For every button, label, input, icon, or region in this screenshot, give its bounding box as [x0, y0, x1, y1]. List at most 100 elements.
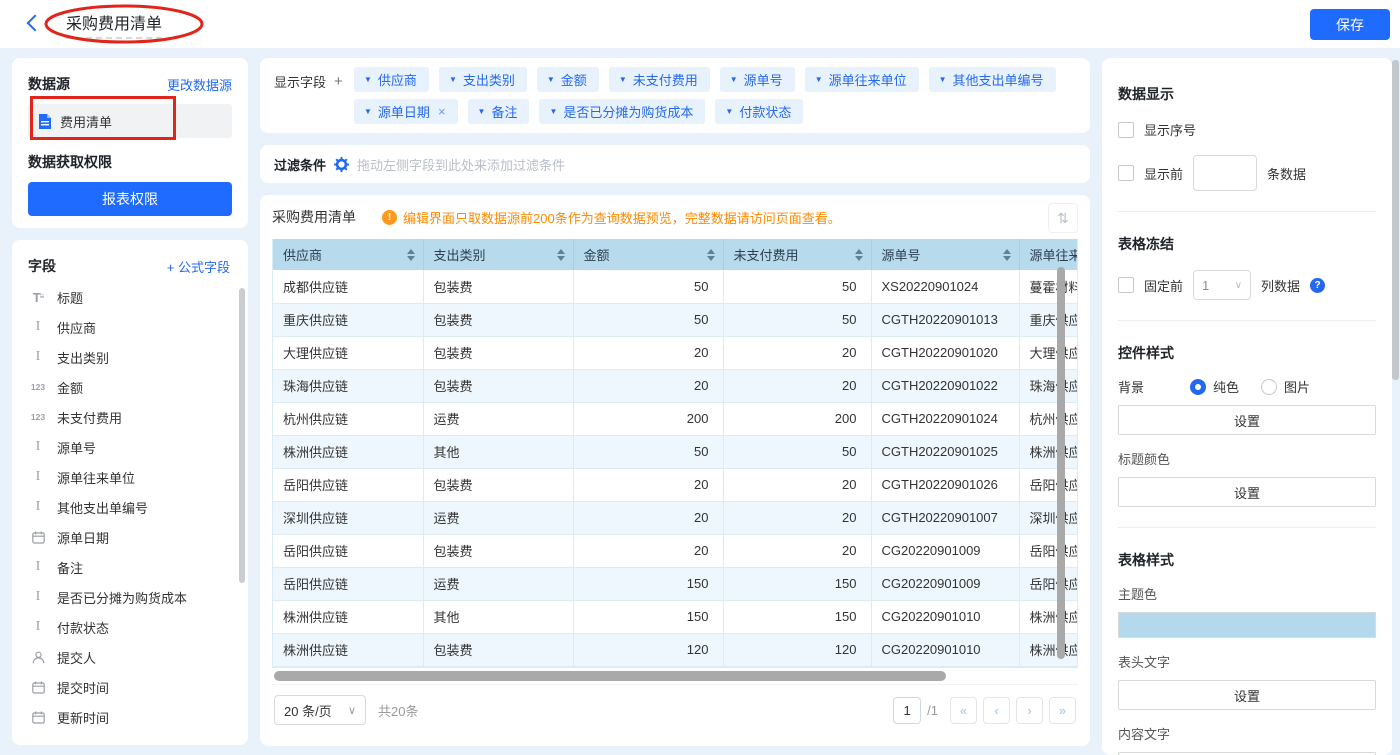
title-color-set-button[interactable]: 设置 — [1118, 477, 1376, 507]
theme-color-swatch[interactable] — [1118, 612, 1376, 638]
display-field-chip[interactable]: ▼支出类别 — [439, 67, 527, 92]
field-label: 其他支出单编号 — [57, 498, 148, 517]
field-item[interactable]: I是否已分摊为购货成本 — [28, 582, 238, 612]
help-icon[interactable]: ? — [1310, 278, 1325, 293]
bg-solid-radio[interactable]: 纯色 — [1190, 377, 1239, 396]
page-title: 采购费用清单 — [66, 10, 162, 39]
table-cell: 岳阳供应链 — [273, 534, 423, 567]
column-header[interactable]: 未支付费用 — [723, 239, 871, 270]
horizontal-scroll-thumb[interactable] — [274, 671, 946, 681]
display-field-chip[interactable]: ▼其他支出单编号 — [929, 67, 1056, 92]
page-scroll-thumb[interactable] — [1392, 60, 1399, 380]
column-header[interactable]: 金额 — [573, 239, 723, 270]
table-cell: 150 — [723, 600, 871, 633]
column-header[interactable]: 支出类别 — [423, 239, 573, 270]
gear-icon[interactable] — [334, 157, 349, 172]
show-first-checkbox[interactable] — [1118, 165, 1134, 181]
table-cell: 20 — [573, 369, 723, 402]
field-item[interactable]: 123金额 — [28, 372, 238, 402]
table-cell: CGTH20220901025 — [871, 435, 1019, 468]
chevron-down-icon: ▼ — [549, 107, 557, 116]
page-size-select[interactable]: 20 条/页 ∨ — [274, 695, 366, 725]
sort-arrows-icon[interactable] — [855, 249, 863, 261]
field-item[interactable]: 源单日期 — [28, 522, 238, 552]
table-cell: 珠海供应链 — [273, 369, 423, 402]
display-field-chip[interactable]: ▼备注 — [468, 99, 530, 124]
sort-arrows-icon[interactable] — [557, 249, 565, 261]
fields-scrollbar[interactable] — [239, 288, 245, 583]
table-cell: 50 — [573, 435, 723, 468]
table-cell: CGTH20220901007 — [871, 501, 1019, 534]
add-display-field-button[interactable]: + — [334, 73, 343, 90]
last-page-button[interactable]: » — [1049, 697, 1076, 724]
row-limit-input[interactable] — [1193, 155, 1257, 191]
field-item[interactable]: 更新时间 — [28, 702, 238, 732]
display-field-chip[interactable]: ▼金额 — [537, 67, 599, 92]
column-header[interactable]: 源单号 — [871, 239, 1019, 270]
field-item[interactable]: 提交人 — [28, 642, 238, 672]
table-cell: 珠海供应链 — [1019, 369, 1077, 402]
column-header[interactable]: 供应商 — [273, 239, 423, 270]
close-icon[interactable]: × — [438, 104, 446, 119]
field-item[interactable]: I源单号 — [28, 432, 238, 462]
field-label: 支出类别 — [57, 348, 109, 367]
field-item[interactable]: I其他支出单编号 — [28, 492, 238, 522]
add-formula-field-link[interactable]: + 公式字段 — [167, 257, 230, 276]
background-set-button[interactable]: 设置 — [1118, 405, 1376, 435]
column-header[interactable]: 源单往来单位 — [1019, 239, 1077, 270]
field-item[interactable]: I支出类别 — [28, 342, 238, 372]
field-item[interactable]: I备注 — [28, 552, 238, 582]
table-cell: 岳阳供应链 — [1019, 468, 1077, 501]
sort-arrows-icon[interactable] — [707, 249, 715, 261]
table-cell: CGTH20220901022 — [871, 369, 1019, 402]
prev-page-button[interactable]: ‹ — [983, 697, 1010, 724]
sort-arrows-icon[interactable] — [1003, 249, 1011, 261]
table-viewport: 供应商支出类别金额未支付费用源单号源单往来单位成都供应链包装费5050XS202… — [272, 239, 1078, 668]
field-item[interactable]: 123未支付费用 — [28, 402, 238, 432]
table-row: 株洲供应链包装费120120CG20220901010株洲供应链 — [273, 633, 1077, 666]
next-page-button[interactable]: › — [1016, 697, 1043, 724]
report-permission-button[interactable]: 报表权限 — [28, 182, 232, 216]
field-label: 未支付费用 — [57, 408, 122, 427]
fields-title: 字段 — [28, 256, 56, 276]
table-cell: 50 — [723, 303, 871, 336]
table-cell: CGTH20220901026 — [871, 468, 1019, 501]
display-field-chip[interactable]: ▼源单日期× — [354, 99, 458, 124]
chevron-down-icon: ▼ — [478, 107, 486, 116]
display-field-chip[interactable]: ▼付款状态 — [715, 99, 803, 124]
field-item[interactable]: T标题 — [28, 282, 238, 312]
display-field-chip[interactable]: ▼是否已分摊为购货成本 — [539, 99, 705, 124]
person-icon — [28, 651, 48, 664]
field-label: 标题 — [57, 288, 83, 307]
sort-arrows-icon[interactable] — [407, 249, 415, 261]
table-cell: 20 — [573, 468, 723, 501]
field-item[interactable]: I付款状态 — [28, 612, 238, 642]
datasource-item[interactable]: 费用清单 — [28, 104, 232, 138]
display-field-chip[interactable]: ▼源单号 — [720, 67, 795, 92]
field-item[interactable]: 提交时间 — [28, 672, 238, 702]
display-field-chip[interactable]: ▼供应商 — [354, 67, 429, 92]
back-icon[interactable] — [22, 13, 44, 35]
table-cell: 运费 — [423, 402, 573, 435]
display-field-chips: ▼供应商 ▼支出类别 ▼金额 ▼未支付费用 ▼源单号 ▼源单往来单位 ▼其他支出单编号 ▼源单… — [354, 67, 1076, 124]
table-cell: 蔓霍材料 — [1019, 270, 1077, 303]
page-number-input[interactable]: 1 — [893, 697, 921, 724]
bg-image-radio[interactable]: 图片 — [1261, 377, 1310, 396]
save-button[interactable]: 保存 — [1310, 9, 1390, 40]
table-cell: 株洲供应链 — [1019, 600, 1077, 633]
data-display-title: 数据显示 — [1118, 84, 1376, 104]
change-datasource-link[interactable]: 更改数据源 — [167, 75, 232, 94]
show-index-checkbox[interactable] — [1118, 122, 1134, 138]
display-field-chip[interactable]: ▼源单往来单位 — [805, 67, 919, 92]
freeze-count-select[interactable]: 1 ∨ — [1193, 270, 1251, 300]
sort-toggle-button[interactable]: ⇅ — [1048, 203, 1078, 233]
display-field-chip[interactable]: ▼未支付费用 — [609, 67, 710, 92]
header-text-set-button[interactable]: 设置 — [1118, 680, 1376, 710]
freeze-columns-checkbox[interactable] — [1118, 277, 1134, 293]
field-item[interactable]: I供应商 — [28, 312, 238, 342]
field-item[interactable]: I源单往来单位 — [28, 462, 238, 492]
table-cell: 岳阳供应链 — [1019, 567, 1077, 600]
vertical-scroll-thumb[interactable] — [1057, 267, 1065, 659]
first-page-button[interactable]: « — [950, 697, 977, 724]
table-cell: 包装费 — [423, 534, 573, 567]
